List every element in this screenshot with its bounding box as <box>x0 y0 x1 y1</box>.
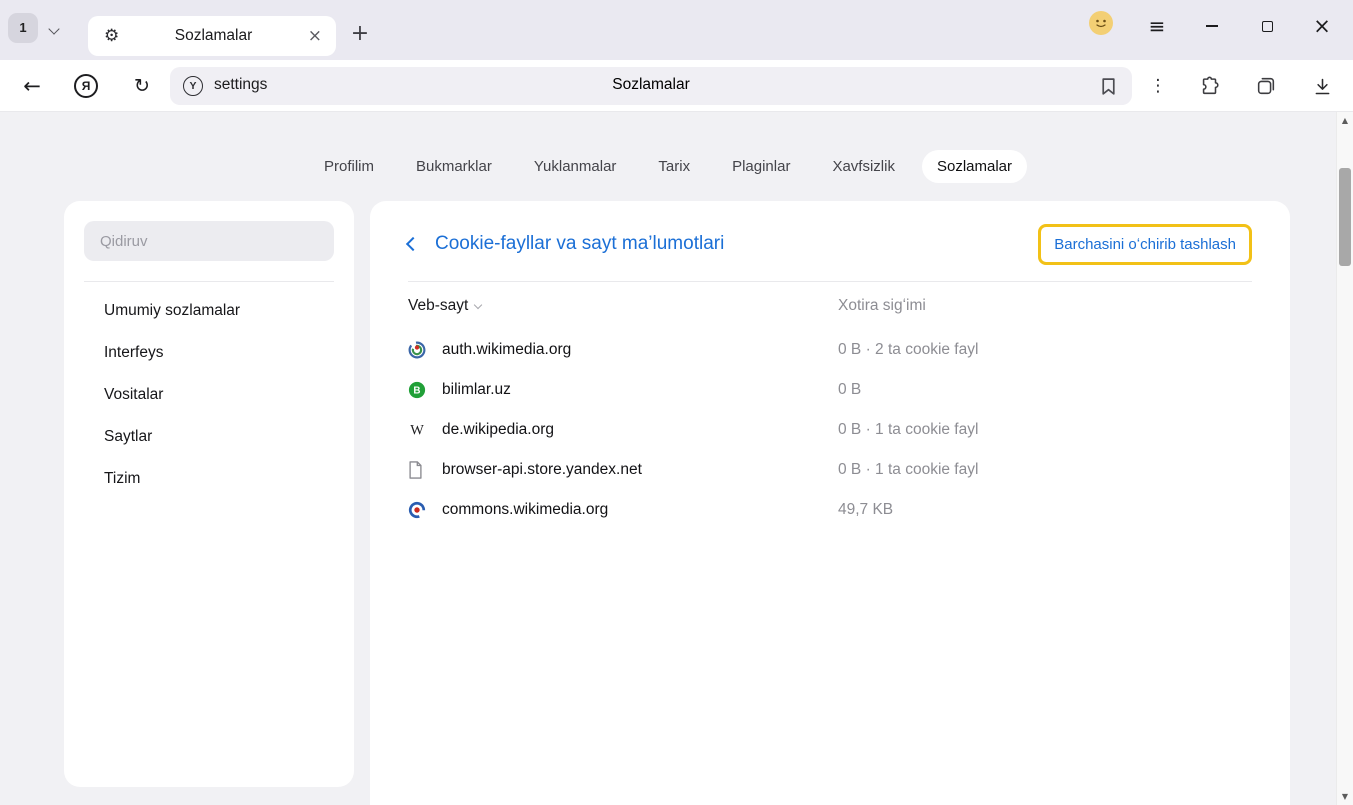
minimize-button[interactable] <box>1198 12 1226 40</box>
site-cell: commons.wikimedia.org <box>408 501 838 519</box>
sidebar-item-tizim[interactable]: Tizim <box>84 458 334 500</box>
panel-header: Cookie-fayllar va sayt ma’lumotlari Barc… <box>408 221 1252 267</box>
storage-value: 0 B · 1 ta cookie fayl <box>838 461 1252 479</box>
commons-logo-icon <box>408 501 442 519</box>
maximize-icon <box>1262 21 1273 32</box>
tab-title: Sozlamalar <box>119 27 308 45</box>
wikipedia-w-icon: W <box>408 421 442 439</box>
document-icon <box>408 461 442 479</box>
wikimedia-logo-icon <box>408 341 442 359</box>
storage-value: 0 B <box>838 381 1252 399</box>
site-name: commons.wikimedia.org <box>442 501 608 519</box>
storage-value: 0 B · 2 ta cookie fayl <box>838 341 1252 359</box>
scroll-up-arrow[interactable]: ▲ <box>1337 116 1353 125</box>
column-header-site[interactable]: Veb-sayt <box>408 297 838 315</box>
table-row[interactable]: browser-api.store.yandex.net 0 B · 1 ta … <box>408 450 1252 490</box>
gear-icon: ⚙ <box>104 26 119 46</box>
column-header-storage: Xotira sigʻimi <box>838 297 1252 315</box>
download-icon[interactable] <box>1306 69 1338 103</box>
sidebar-item-interfeys[interactable]: Interfeys <box>84 332 334 374</box>
site-name: de.wikipedia.org <box>442 421 554 439</box>
svg-text:B: B <box>413 386 420 397</box>
scroll-down-arrow[interactable]: ▼ <box>1337 792 1353 801</box>
tab-group-button[interactable]: 1 <box>8 13 38 43</box>
table-header: Veb-sayt Xotira sigʻimi <box>408 282 1252 330</box>
avatar[interactable] <box>1088 10 1114 36</box>
toolbar: ← Я ↻ Y settings Sozlamalar ⋮ <box>0 60 1353 112</box>
scrollbar-thumb[interactable] <box>1339 168 1351 266</box>
new-tab-button[interactable]: + <box>348 22 372 46</box>
cookies-panel: Cookie-fayllar va sayt ma’lumotlari Barc… <box>370 201 1290 805</box>
table-row[interactable]: commons.wikimedia.org 49,7 KB <box>408 490 1252 530</box>
sidebar-item-saytlar[interactable]: Saytlar <box>84 416 334 458</box>
tab-plaginlar[interactable]: Plaginlar <box>717 150 805 183</box>
tab-sozlamalar[interactable]: Sozlamalar <box>922 150 1027 183</box>
site-name: auth.wikimedia.org <box>442 341 571 359</box>
kebab-menu-icon[interactable]: ⋮ <box>1146 70 1170 102</box>
tab-close-icon[interactable]: × <box>308 26 322 46</box>
maximize-button[interactable] <box>1253 12 1281 40</box>
hamburger-menu-icon[interactable]: ≡ <box>1143 12 1171 40</box>
search-input[interactable] <box>84 221 334 261</box>
yandex-logo-icon[interactable]: Я <box>74 74 98 98</box>
svg-text:W: W <box>410 423 424 439</box>
sidebar-divider <box>84 281 334 282</box>
bookmark-icon[interactable] <box>1100 77 1120 97</box>
site-cell: B bilimlar.uz <box>408 381 838 399</box>
table-row[interactable]: B bilimlar.uz 0 B <box>408 370 1252 410</box>
sidebar-item-vositalar[interactable]: Vositalar <box>84 374 334 416</box>
tab-strip: 1 ⚙ Sozlamalar × + ≡ × <box>0 0 1353 60</box>
back-chevron-icon[interactable] <box>406 237 420 251</box>
column-site-label: Veb-sayt <box>408 297 468 315</box>
bilimlar-favicon: B <box>408 381 442 399</box>
site-cell: browser-api.store.yandex.net <box>408 461 838 479</box>
active-tab[interactable]: ⚙ Sozlamalar × <box>88 16 336 56</box>
vertical-scrollbar[interactable]: ▲ ▼ <box>1336 112 1353 805</box>
chevron-down-icon[interactable] <box>48 23 59 34</box>
site-name: bilimlar.uz <box>442 381 511 399</box>
cards-row: Umumiy sozlamalar Interfeys Vositalar Sa… <box>64 201 1336 805</box>
avatar-image <box>1088 10 1114 36</box>
table-row[interactable]: auth.wikimedia.org 0 B · 2 ta cookie fay… <box>408 330 1252 370</box>
panel-title: Cookie-fayllar va sayt ma’lumotlari <box>435 233 1038 255</box>
site-name: browser-api.store.yandex.net <box>442 461 642 479</box>
table-row[interactable]: W de.wikipedia.org 0 B · 1 ta cookie fay… <box>408 410 1252 450</box>
tab-yuklanmalar[interactable]: Yuklanmalar <box>519 150 632 183</box>
tab-groups-icon[interactable] <box>1250 69 1282 103</box>
tab-xavfsizlik[interactable]: Xavfsizlik <box>817 150 910 183</box>
tab-profilim[interactable]: Profilim <box>309 150 389 183</box>
storage-value: 0 B · 1 ta cookie fayl <box>838 421 1252 439</box>
back-button[interactable]: ← <box>14 68 50 104</box>
sidebar-list: Umumiy sozlamalar Interfeys Vositalar Sa… <box>84 290 334 500</box>
page-title: Sozlamalar <box>170 76 1132 94</box>
sidebar-item-umumiy-sozlamalar[interactable]: Umumiy sozlamalar <box>84 290 334 332</box>
reload-button[interactable]: ↻ <box>124 68 160 104</box>
window-close-button[interactable]: × <box>1308 12 1336 40</box>
tab-tarix[interactable]: Tarix <box>643 150 705 183</box>
storage-value: 49,7 KB <box>838 501 1252 519</box>
delete-all-button[interactable]: Barchasini oʻchirib tashlash <box>1038 224 1252 265</box>
minimize-icon <box>1206 25 1218 27</box>
extensions-icon[interactable] <box>1194 69 1226 103</box>
settings-page: Profilim Bukmarklar Yuklanmalar Tarix Pl… <box>0 112 1336 805</box>
settings-nav-tabs: Profilim Bukmarklar Yuklanmalar Tarix Pl… <box>0 112 1336 183</box>
settings-sidebar: Umumiy sozlamalar Interfeys Vositalar Sa… <box>64 201 354 787</box>
address-bar[interactable]: Y settings Sozlamalar <box>170 67 1132 105</box>
site-cell: W de.wikipedia.org <box>408 421 838 439</box>
tab-bukmarklar[interactable]: Bukmarklar <box>401 150 507 183</box>
site-cell: auth.wikimedia.org <box>408 341 838 359</box>
sort-chevron-icon <box>474 300 482 308</box>
